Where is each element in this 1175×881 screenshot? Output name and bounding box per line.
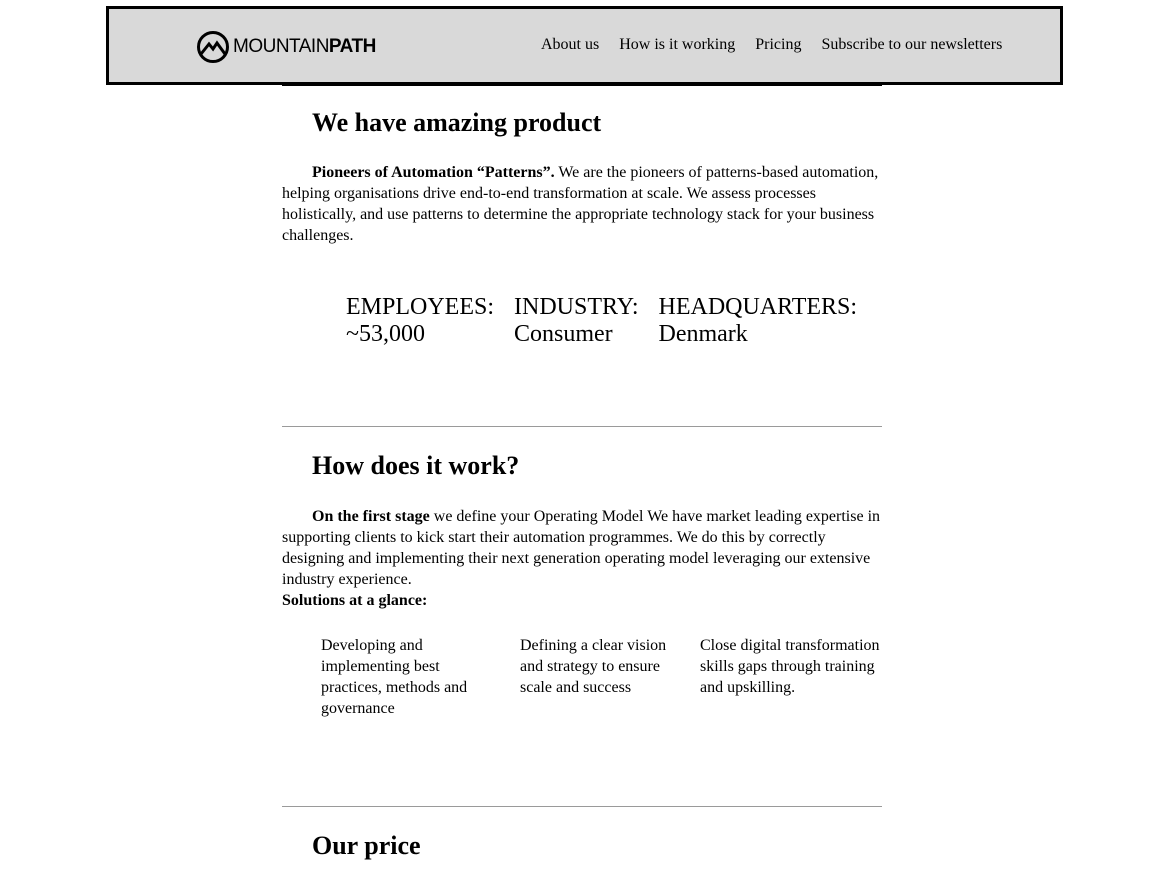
- stat-value: Denmark: [658, 321, 748, 347]
- main-nav: About us How is it working Pricing Subsc…: [541, 36, 1002, 54]
- stat-label: EMPLOYEES:: [346, 294, 495, 320]
- solutions-list: Developing and implementing best practic…: [321, 635, 882, 719]
- nav-pricing[interactable]: Pricing: [755, 36, 801, 54]
- logo[interactable]: MOUNTAINPATH: [196, 30, 376, 64]
- nav-how-is-it-working[interactable]: How is it working: [619, 36, 735, 54]
- nav-about-us[interactable]: About us: [541, 36, 599, 54]
- section-divider: [282, 426, 882, 427]
- section-divider: [282, 806, 882, 807]
- stat-value: Consumer: [514, 321, 613, 347]
- stat-employees: EMPLOYEES: ~53,000: [346, 294, 494, 348]
- how-title: How does it work?: [312, 451, 520, 480]
- solutions-heading: Solutions at a glance:: [282, 592, 428, 609]
- stat-value: ~53,000: [346, 321, 425, 347]
- site-header: MOUNTAINPATH About us How is it working …: [106, 6, 1063, 85]
- logo-text: MOUNTAINPATH: [233, 36, 376, 57]
- product-title: We have amazing product: [312, 108, 602, 137]
- solution-item: Developing and implementing best practic…: [321, 637, 468, 717]
- stat-headquarters: HEADQUARTERS: Denmark: [659, 294, 858, 348]
- company-stats: EMPLOYEES: ~53,000 INDUSTRY: Consumer HE…: [346, 294, 857, 348]
- product-section: We have amazing product Pioneers of Auto…: [282, 108, 882, 408]
- product-description: Pioneers of Automation “Patterns”. We ar…: [282, 164, 879, 244]
- how-description: On the first stage we define your Operat…: [282, 508, 881, 588]
- stat-industry: INDUSTRY: Consumer: [514, 294, 638, 348]
- solution-item: Close digital transformation skills gaps…: [700, 637, 880, 696]
- price-title: Our price: [312, 831, 421, 860]
- how-section: How does it work? On the first stage we …: [282, 426, 882, 786]
- solution-item: Defining a clear vision and strategy to …: [520, 637, 667, 696]
- stat-label: INDUSTRY:: [514, 294, 639, 320]
- stat-label: HEADQUARTERS:: [658, 294, 858, 320]
- mountain-logo-icon: [197, 31, 229, 63]
- top-divider: [282, 85, 882, 86]
- price-section: Our price: [282, 806, 882, 881]
- nav-subscribe[interactable]: Subscribe to our newsletters: [821, 36, 1002, 54]
